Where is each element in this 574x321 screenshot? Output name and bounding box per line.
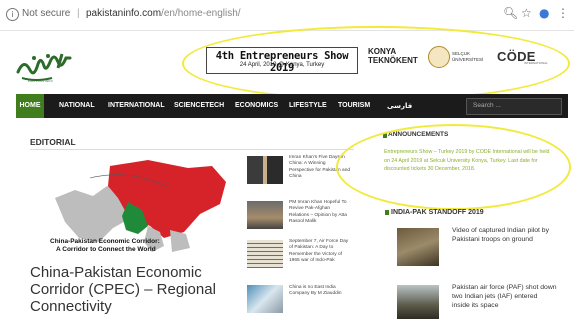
editorial-headline[interactable]: China-Pakistan Economic Corridor (CPEC) … <box>30 264 240 315</box>
zoom-icon[interactable]: 🔍︎ <box>503 6 518 20</box>
url-field[interactable]: pakistaninfo.com/en/home-english/ <box>86 8 241 19</box>
news-item-text[interactable]: September 7, Air Force Day of Pakistan: … <box>289 239 351 264</box>
section-divider <box>30 149 354 150</box>
nav-farsi[interactable]: فارسی <box>387 94 412 118</box>
standoff-item-text[interactable]: Pakistan air force (PAF) shot down two I… <box>452 284 557 310</box>
nav-economics[interactable]: ECONOMICS <box>235 94 278 118</box>
news-item-text[interactable]: China is no East India Company By M Ziau… <box>289 285 351 298</box>
nav-international[interactable]: INTERNATIONAL <box>108 94 165 118</box>
nav-tourism[interactable]: TOURISM <box>338 94 370 118</box>
url-path: /en/home-english/ <box>161 8 241 19</box>
url-separator: | <box>77 8 80 19</box>
editorial-heading: EDITORIAL <box>30 137 76 147</box>
highlight-ellipse-announcement <box>336 124 571 210</box>
news-thumbnail[interactable] <box>247 285 283 313</box>
nav-sciencetech[interactable]: SCIENCETECH <box>174 94 224 118</box>
logo-tagline: PAKISTAN INFO <box>28 79 53 83</box>
url-host: pakistaninfo.com <box>86 8 162 19</box>
security-status: Not secure <box>22 8 71 19</box>
standoff-heading: INDIA-PAK STANDOFF 2019 <box>391 209 484 216</box>
highlight-ellipse-banner <box>182 26 570 101</box>
profile-icon[interactable]: ● <box>539 6 549 20</box>
news-item-text[interactable]: PM Imran Khan Hopeful To Revive Pak-Afgh… <box>289 200 351 225</box>
nav-home[interactable]: HOME <box>16 94 44 118</box>
search-placeholder: Search ... <box>473 102 501 109</box>
star-icon[interactable]: ☆ <box>521 6 532 20</box>
news-thumbnail[interactable] <box>247 201 283 229</box>
news-thumbnail[interactable] <box>397 285 439 319</box>
video-thumbnail[interactable] <box>397 228 439 266</box>
nav-national[interactable]: NATIONAL <box>59 94 95 118</box>
main-nav: HOME NATIONAL INTERNATIONAL SCIENCETECH … <box>16 94 568 118</box>
map-caption-subtitle: A Corridor to Connect the World <box>56 246 156 253</box>
section-marker-icon <box>385 210 389 215</box>
map-caption-title: China-Pakistan Economic Corridor: <box>50 238 160 245</box>
search-input[interactable]: Search ... <box>466 98 562 115</box>
news-thumbnail[interactable] <box>247 240 283 268</box>
nav-lifestyle[interactable]: LIFESTYLE <box>289 94 327 118</box>
info-icon[interactable]: i <box>6 8 19 21</box>
browser-address-bar[interactable]: i Not secure | pakistaninfo.com/en/home-… <box>0 0 574 31</box>
standoff-item-text[interactable]: Video of captured Indian pilot by Pakist… <box>452 227 557 245</box>
menu-icon[interactable]: ⋮ <box>557 6 569 20</box>
news-thumbnail[interactable] <box>247 156 283 184</box>
